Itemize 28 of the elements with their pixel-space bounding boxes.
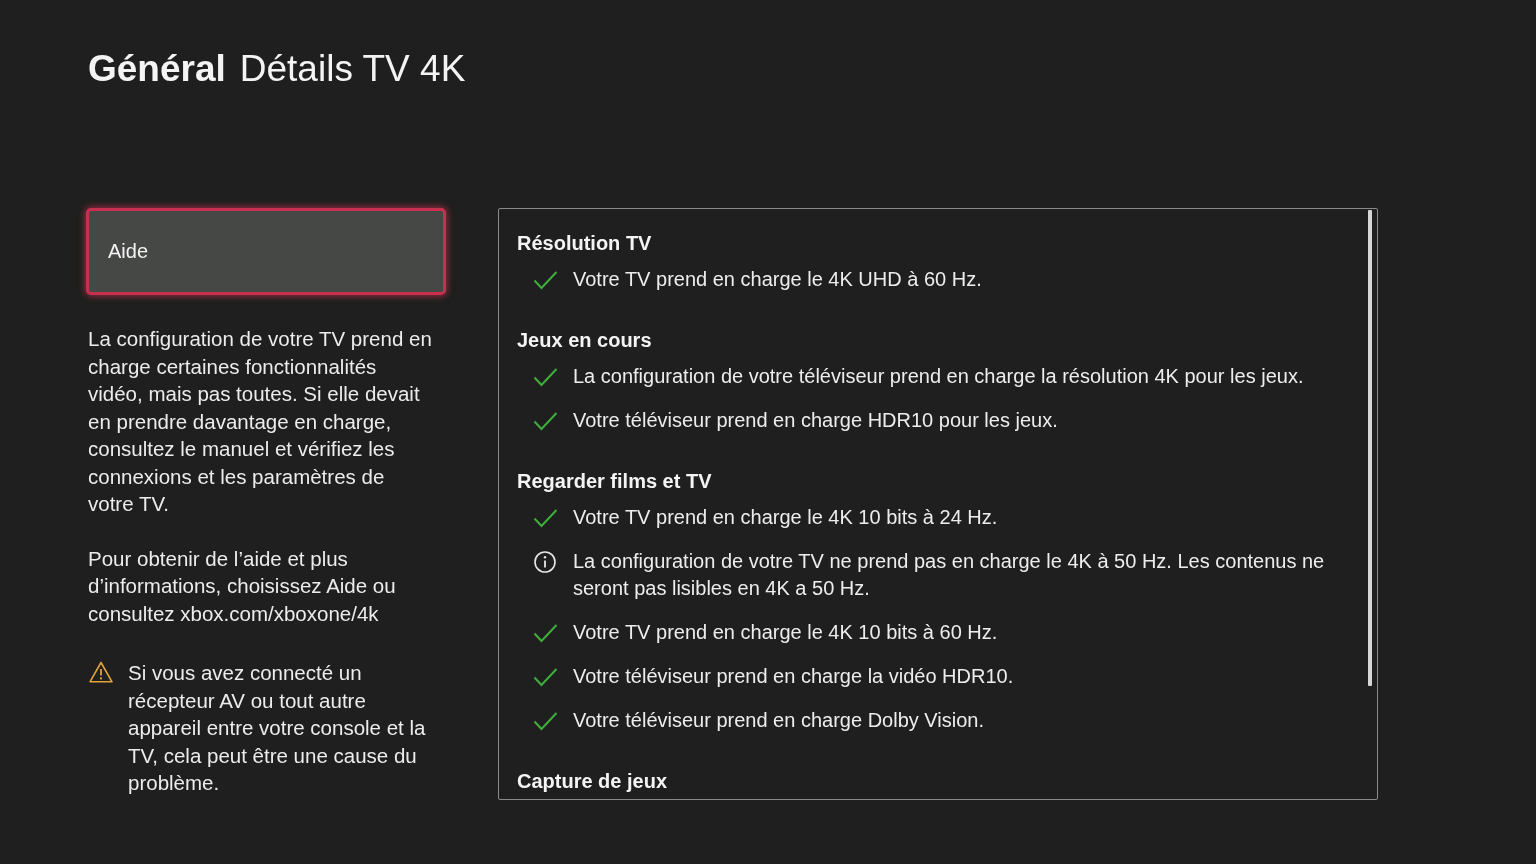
description-text: La configuration de votre TV prend en charge certaines fonctionnalités vidéo, mais pas toutes. Si elle devait en prendre davantage en charge, consultez le manuel et vérifiez les connexions et les paramètres de votre TV. xyxy=(88,326,433,517)
section-heading: Capture de jeux xyxy=(517,769,669,794)
check-icon xyxy=(533,366,558,388)
check-icon xyxy=(533,269,558,291)
warning-icon xyxy=(89,661,113,683)
section-heading: Regarder films et TV xyxy=(517,469,713,494)
capability-text: Votre téléviseur prend en charge la vidéo HDR10. xyxy=(573,664,1014,689)
help-button[interactable]: Aide xyxy=(86,208,446,295)
capability-text: Votre TV prend en charge le 4K 10 bits à 60 Hz. xyxy=(573,620,998,645)
info-icon xyxy=(533,551,558,573)
section-title: Général xyxy=(88,47,226,91)
capability-text: Votre TV prend en charge le 4K UHD à 60 Hz. xyxy=(573,267,982,292)
check-icon xyxy=(533,622,558,644)
check-icon xyxy=(533,666,558,688)
capability-text: Votre téléviseur prend en charge Dolby Vision. xyxy=(573,708,984,733)
capability-text: La configuration de votre téléviseur prend en charge la résolution 4K pour les jeux. xyxy=(573,364,1304,389)
warning-text: Si vous avez connecté un récepteur AV ou tout autre appareil entre votre console et la TV, cela peut être une cause du problème. xyxy=(128,660,427,796)
capability-text: Votre téléviseur prend en charge HDR10 pour les jeux. xyxy=(573,408,1058,433)
check-icon xyxy=(533,710,558,732)
scrollbar-thumb[interactable] xyxy=(1368,210,1372,686)
capability-text: La configuration de votre TV ne prend pas en charge le 4K à 50 Hz. Les contenus ne seront pas lisibles en 4K a 50 Hz. xyxy=(573,549,1326,601)
page-title: Détails TV 4K xyxy=(239,47,466,91)
capability-text: Votre TV prend en charge le 4K 10 bits à 24 Hz. xyxy=(573,505,998,530)
check-icon xyxy=(533,410,558,432)
check-icon xyxy=(533,507,558,529)
section-heading: Jeux en cours xyxy=(517,328,653,353)
section-heading: Résolution TV xyxy=(517,231,653,256)
description-text: Pour obtenir de l’aide et plus d’informations, choisissez Aide ou consultez xbox.com/xboxone/4k xyxy=(88,545,397,627)
